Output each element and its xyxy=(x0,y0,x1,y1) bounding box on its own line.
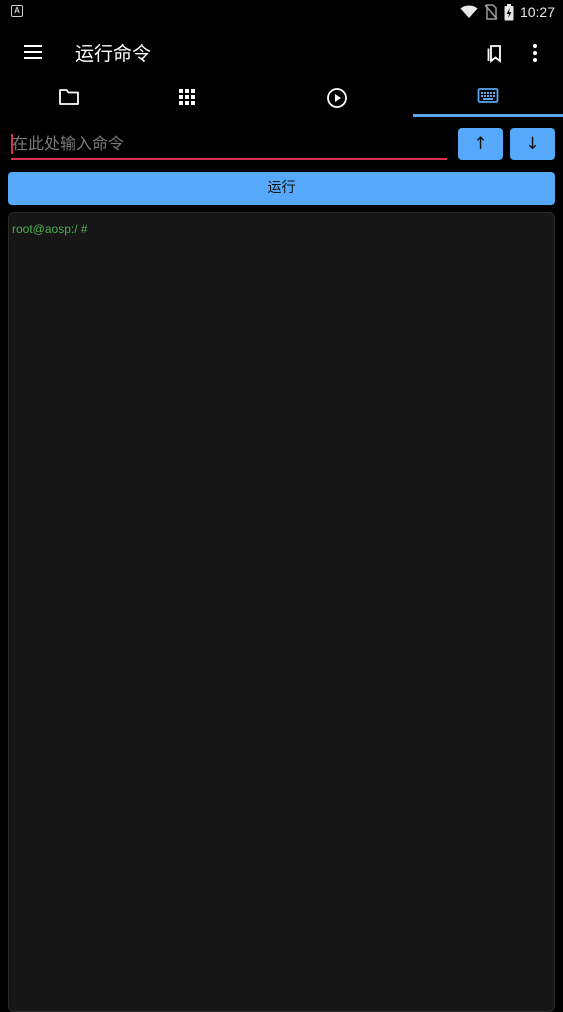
tab-run[interactable] xyxy=(268,80,406,118)
text-cursor xyxy=(11,134,13,154)
wifi-icon xyxy=(460,5,478,18)
run-button[interactable]: 运行 xyxy=(8,172,555,205)
more-vert-icon[interactable] xyxy=(524,42,546,64)
folder-icon xyxy=(59,89,79,105)
apps-grid-icon xyxy=(179,89,195,105)
status-time: 10:27 xyxy=(519,4,555,20)
tab-apps[interactable] xyxy=(118,80,256,118)
app-bar: 运行命令 xyxy=(0,24,563,80)
tab-terminal[interactable] xyxy=(419,80,557,118)
terminal-prompt: root@aosp:/ # xyxy=(12,222,88,236)
keyboard-icon xyxy=(477,88,499,103)
page-title: 运行命令 xyxy=(75,43,152,65)
terminal-output[interactable]: root@aosp:/ # xyxy=(8,212,555,1012)
bookmark-icon[interactable] xyxy=(484,42,506,64)
status-icons: 10:27 xyxy=(460,2,555,22)
no-sim-icon xyxy=(484,4,498,20)
tab-indicator xyxy=(413,114,563,117)
history-up-button[interactable]: ↑ xyxy=(458,128,503,160)
status-bar: A 10:27 xyxy=(0,0,563,24)
notification-icon: A xyxy=(11,5,23,17)
command-input[interactable] xyxy=(11,128,447,160)
command-input-container xyxy=(11,128,447,160)
menu-icon[interactable] xyxy=(21,42,45,62)
tab-bar xyxy=(0,80,563,118)
history-down-button[interactable]: ↓ xyxy=(510,128,555,160)
play-circle-icon xyxy=(327,88,347,108)
battery-charging-icon xyxy=(504,3,514,20)
